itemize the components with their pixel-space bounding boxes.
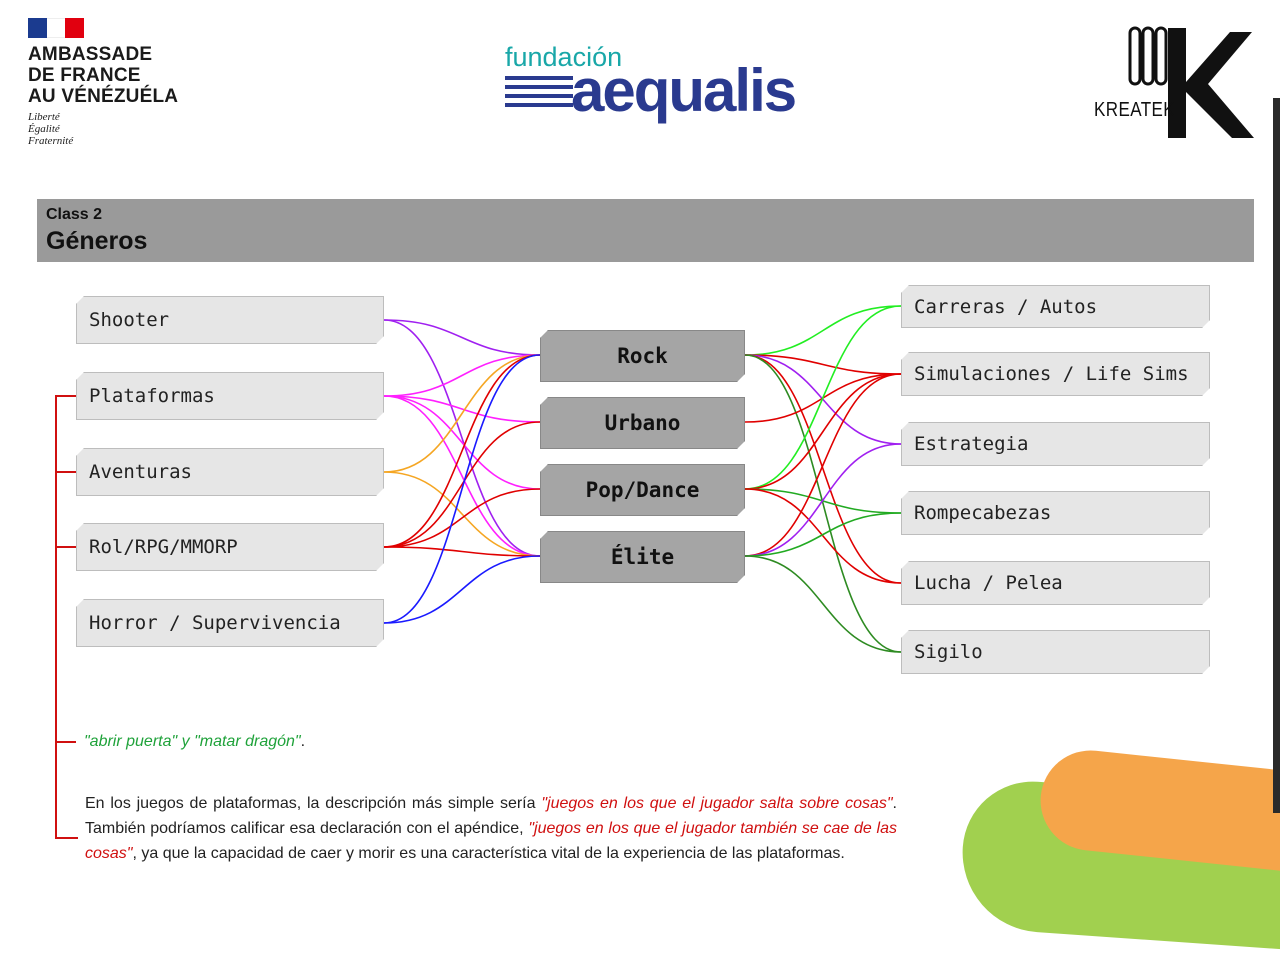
music-elite: Élite	[540, 531, 745, 583]
genre-simulaciones: Simulaciones / Life Sims	[901, 352, 1210, 396]
genre-aventuras: Aventuras	[76, 448, 384, 496]
para-red-1: "juegos en los que el jugador salta sobr…	[541, 795, 893, 812]
genre-rompecabezas: Rompecabezas	[901, 491, 1210, 535]
genre-sigilo: Sigilo	[901, 630, 1210, 674]
music-pop-dance: Pop/Dance	[540, 464, 745, 516]
genre-lucha: Lucha / Pelea	[901, 561, 1210, 605]
left-link	[383, 395, 541, 557]
quote-end: .	[300, 733, 306, 750]
platform-paragraph: En los juegos de plataformas, la descrip…	[85, 791, 897, 866]
left-link	[383, 421, 541, 548]
music-rock: Rock	[540, 330, 745, 382]
left-link	[383, 354, 541, 473]
genre-shooter: Shooter	[76, 296, 384, 344]
quote-line: "abrir puerta" y "matar dragón".	[84, 733, 305, 751]
genre-carreras: Carreras / Autos	[901, 285, 1210, 328]
right-link	[744, 555, 902, 653]
left-link	[383, 319, 541, 356]
genre-plataformas: Plataformas	[76, 372, 384, 420]
music-urbano: Urbano	[540, 397, 745, 449]
genre-estrategia: Estrategia	[901, 422, 1210, 466]
left-link	[383, 488, 541, 548]
para-text-1: En los juegos de plataformas, la descrip…	[85, 795, 542, 812]
quote-green: "abrir puerta" y "matar dragón"	[84, 733, 301, 750]
left-link	[383, 319, 541, 557]
genre-rol: Rol/RPG/MMORP	[76, 523, 384, 571]
red-bracket	[55, 395, 78, 839]
right-link	[744, 305, 902, 490]
side-panel-edge	[1273, 98, 1280, 813]
right-link	[744, 443, 902, 557]
right-link	[744, 373, 902, 490]
genre-horror: Horror / Supervivencia	[76, 599, 384, 647]
para-text-3: , ya que la capacidad de caer y morir es…	[132, 845, 845, 862]
right-link	[744, 373, 902, 557]
